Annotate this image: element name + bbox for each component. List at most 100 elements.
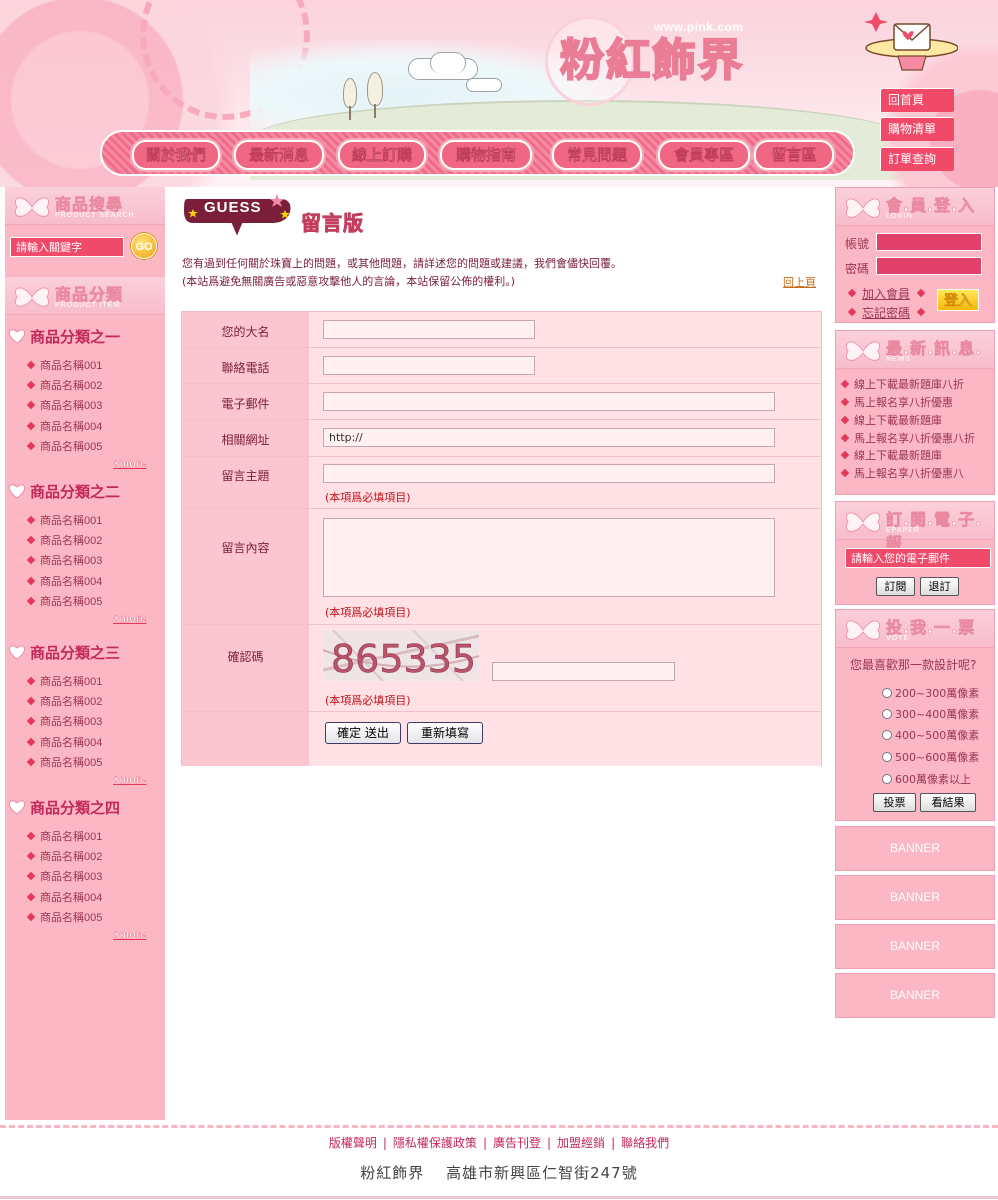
banner-ad[interactable]: BANNER [835,826,995,871]
back-link[interactable]: 回上頁 [783,274,816,290]
subject-input[interactable] [323,464,775,483]
vote-option[interactable]: 600萬像素以上 [882,771,971,787]
forgot-password-link[interactable]: 忘記密碼 [862,304,910,321]
login-button[interactable]: 登入 [937,289,979,311]
category-item[interactable]: 商品名稱003 [26,713,102,729]
epaper-email-input[interactable]: 請輸入您的電子郵件 [845,548,991,568]
category-item[interactable]: 商品名稱001 [26,828,102,844]
category-item[interactable]: 商品名稱004 [26,573,102,589]
heart-icon [8,329,26,344]
nav-guestbook[interactable]: 留言區 [754,140,834,170]
news-item[interactable]: 線上下載最新題庫八折 [840,376,964,392]
category-item[interactable]: 商品名稱003 [26,868,102,884]
nav-online-order[interactable]: 線上訂購 [338,140,426,170]
login-header: 會.員.登.入 LOGIN [836,188,994,226]
contact-link[interactable]: 聯絡我們 [621,1136,669,1150]
nav-member-area[interactable]: 會員專區 [658,140,750,170]
vote-option[interactable]: 300~400萬像素 [882,706,979,722]
category-item[interactable]: 商品名稱002 [26,377,102,393]
account-input[interactable] [876,233,982,251]
news-item[interactable]: 馬上報名享八折優惠八 [840,465,964,481]
content-label: 留言內容 [221,541,270,555]
radio-button[interactable] [882,709,892,719]
url-label: 相關網址 [221,433,270,447]
panel-subtitle: LOGIN [886,213,913,220]
site-logo-title[interactable]: 粉紅飾界 [559,35,744,87]
category-item[interactable]: 商品名稱001 [26,512,102,528]
category-item[interactable]: 商品名稱004 [26,418,102,434]
vote-option[interactable]: 200~300萬像素 [882,685,979,701]
news-item[interactable]: 線上下載最新題庫 [840,447,942,463]
category-item[interactable]: 商品名稱005 [26,909,102,925]
password-label: 密碼 [845,262,870,276]
banner-ad[interactable]: BANNER [835,924,995,969]
news-item[interactable]: 馬上報名享八折優惠 [840,394,953,410]
nav-shopping-guide[interactable]: 購物指南 [440,140,532,170]
category-item[interactable]: 商品名稱003 [26,552,102,568]
footer-bottom-line [0,1196,998,1199]
category-item[interactable]: 商品名稱002 [26,848,102,864]
category-item[interactable]: 商品名稱001 [26,357,102,373]
banner-ad[interactable]: BANNER [835,973,995,1018]
vote-button[interactable]: 投票 [873,793,916,812]
copyright-link[interactable]: 版權聲明 [329,1136,377,1150]
reset-button[interactable]: 重新填寫 [407,722,483,744]
epaper-header: 訂.閱.電.子.報 EPAPER [836,502,994,553]
footer-divider [0,1125,998,1128]
category-item[interactable]: 商品名稱001 [26,673,102,689]
keyword-search-input[interactable]: 請輸入關鍵字 [10,237,124,257]
content-textarea[interactable] [323,518,775,597]
banner-ad[interactable]: BANNER [835,875,995,920]
privacy-link[interactable]: 隱私權保護政策 [393,1136,477,1150]
vote-option[interactable]: 500~600萬像素 [882,749,979,765]
butterfly-icon [15,287,49,307]
category-item[interactable]: 商品名稱005 [26,593,102,609]
vote-option[interactable]: 400~500萬像素 [882,727,979,743]
phone-input[interactable] [323,356,535,375]
advertising-link[interactable]: 廣告刊登 [493,1136,541,1150]
category-title[interactable]: 商品分類之四 [8,797,120,818]
news-header: 最.新.訊.息. NEWS [836,331,994,369]
heart-icon [8,800,26,815]
panel-subtitle: VOTE [886,635,910,642]
nav-faq[interactable]: 常見問題 [552,140,642,170]
guess-badge-label: GUESS [204,199,262,216]
email-input[interactable] [323,392,775,411]
news-item[interactable]: 線上下載最新題庫 [840,412,942,428]
category-title[interactable]: 商品分類之一 [8,326,120,347]
radio-button[interactable] [882,774,892,784]
captcha-image: 865335 [323,630,479,681]
category-item[interactable]: 商品名稱005 [26,438,102,454]
order-query-button[interactable]: 訂單查詢 [880,147,954,171]
category-item[interactable]: 商品名稱004 [26,889,102,905]
radio-button[interactable] [882,752,892,762]
search-go-button[interactable]: GO [131,233,157,259]
franchise-link[interactable]: 加盟經銷 [557,1136,605,1150]
news-item[interactable]: 馬上報名享八折優惠八折 [840,430,975,446]
nav-latest-news[interactable]: 最新消息 [234,140,324,170]
view-results-button[interactable]: 看結果 [920,793,976,812]
category-item[interactable]: 商品名稱003 [26,397,102,413]
envelope-ufo-icon [864,12,958,71]
nav-about-us[interactable]: 關於我們 [132,140,220,170]
captcha-input[interactable] [492,662,675,681]
password-input[interactable] [876,257,982,275]
name-input[interactable] [323,320,535,339]
home-button[interactable]: 回首頁 [880,88,954,112]
category-item[interactable]: 商品名稱002 [26,693,102,709]
unsubscribe-button[interactable]: 退訂 [920,577,959,596]
category-title[interactable]: 商品分類之二 [8,481,120,502]
category-title[interactable]: 商品分類之三 [8,642,120,663]
category-item[interactable]: 商品名稱005 [26,754,102,770]
subscribe-button[interactable]: 訂閱 [876,577,915,596]
account-label: 帳號 [845,237,870,251]
category-item[interactable]: 商品名稱002 [26,532,102,548]
join-member-link[interactable]: 加入會員 [862,285,910,302]
category-item[interactable]: 商品名稱004 [26,734,102,750]
radio-button[interactable] [882,730,892,740]
subject-label: 留言主題 [221,469,270,483]
url-input[interactable]: http:// [323,428,775,447]
radio-button[interactable] [882,688,892,698]
cart-button[interactable]: 購物清單 [880,117,954,141]
submit-button[interactable]: 確定 送出 [325,722,401,744]
